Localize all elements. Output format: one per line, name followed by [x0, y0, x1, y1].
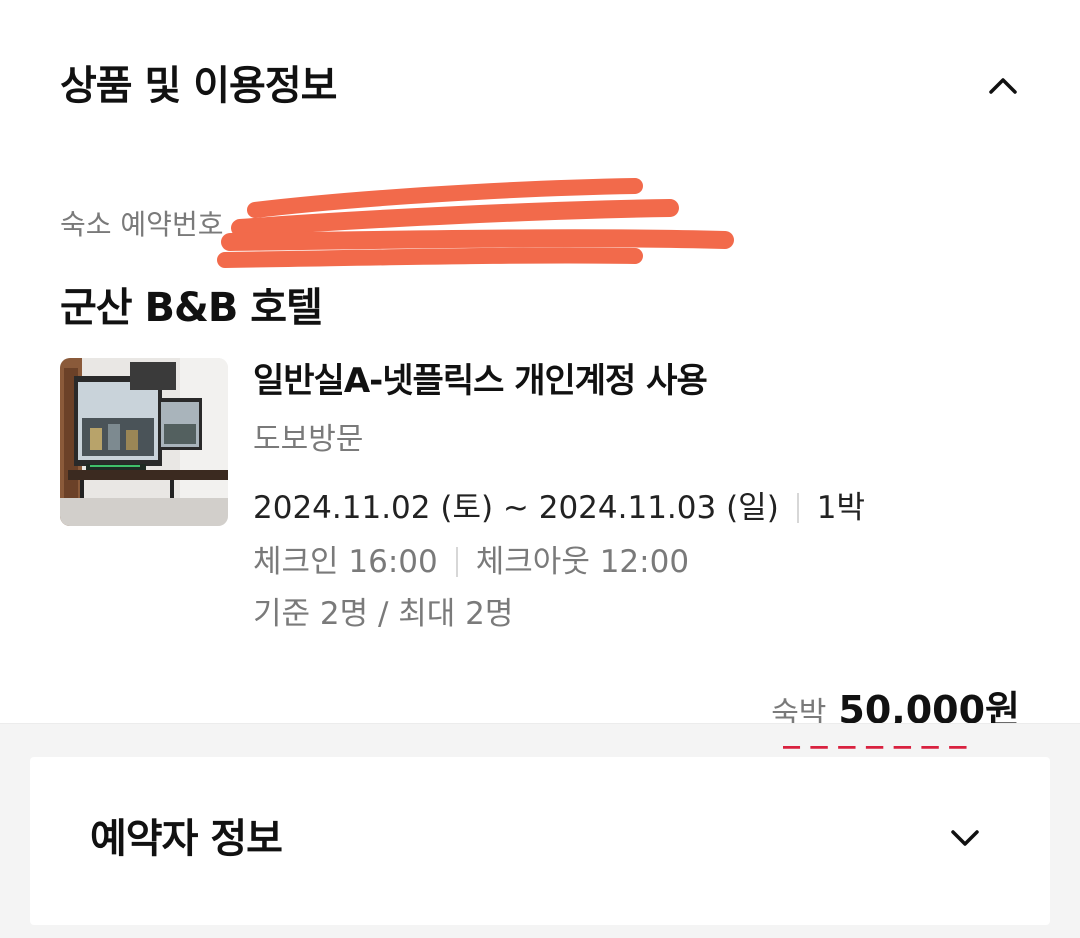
divider — [455, 547, 458, 577]
room-name: 일반실A-넷플릭스 개인계정 사용 — [253, 361, 708, 401]
room-thumbnail-image[interactable] — [60, 358, 228, 526]
redaction-scribble — [217, 178, 734, 268]
checkout-time: 체크아웃 12:00 — [475, 544, 690, 580]
section-title: 상품 및 이용정보 — [60, 63, 337, 109]
checkin-time: 체크인 16:00 — [253, 544, 438, 580]
nights-count: 1박 — [816, 490, 866, 526]
chevron-down-icon[interactable] — [950, 823, 980, 853]
product-info-header[interactable]: 상품 및 이용정보 — [60, 58, 1020, 118]
check-in-out: 체크인 16:00 체크아웃 12:00 — [253, 540, 689, 584]
divider — [796, 493, 799, 523]
stay-dates: 2024.11.02 (토) ~ 2024.11.03 (일) 1박 — [253, 484, 865, 532]
occupancy: 기준 2명 / 최대 2명 — [253, 596, 514, 632]
visit-type: 도보방문 — [253, 422, 364, 457]
date-range: 2024.11.02 (토) ~ 2024.11.03 (일) — [253, 490, 779, 526]
booker-info-card[interactable]: 예약자 정보 — [30, 757, 1050, 925]
hotel-name: 군산 B&B 호텔 — [60, 285, 323, 331]
reservation-number-label: 숙소 예약번호 — [60, 208, 224, 241]
chevron-up-icon[interactable] — [988, 70, 1018, 100]
section-title: 예약자 정보 — [90, 816, 283, 862]
